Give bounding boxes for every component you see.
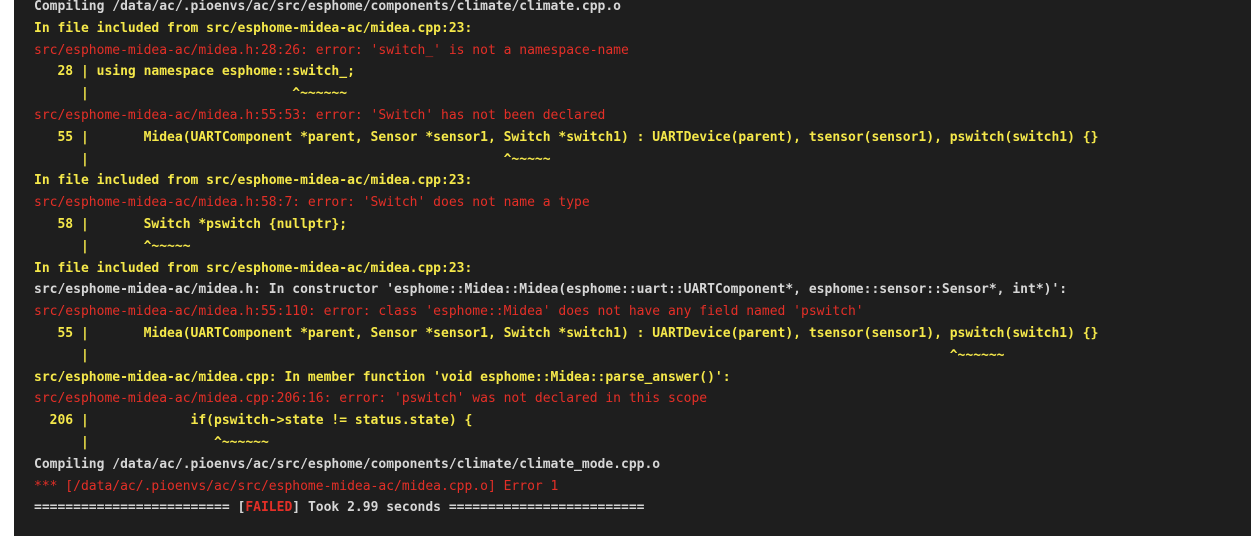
context-line: src/esphome-midea-ac/midea.cpp: In membe… — [34, 369, 731, 385]
compile-line: Compiling /data/ac/.pioenvs/ac/src/espho… — [34, 0, 621, 14]
caret-line: | ^~~~~~ — [34, 151, 551, 167]
status-prefix: ========================= [ — [34, 500, 246, 516]
include-line: In file included from src/esphome-midea-… — [34, 20, 473, 36]
include-line: In file included from src/esphome-midea-… — [34, 173, 473, 189]
error-line: src/esphome-midea-ac/midea.h:58:7: error… — [34, 195, 590, 211]
context-line: src/esphome-midea-ac/midea.h: In constru… — [34, 282, 1068, 298]
error-line: src/esphome-midea-ac/midea.h:55:110: err… — [34, 304, 864, 320]
source-line: 55 | Midea(UARTComponent *parent, Sensor… — [34, 326, 1099, 341]
compile-line: Compiling /data/ac/.pioenvs/ac/src/espho… — [34, 456, 661, 472]
caret-line: | ^~~~~~ — [34, 238, 191, 254]
error-line: src/esphome-midea-ac/midea.h:28:26: erro… — [34, 42, 629, 58]
caret-line: | ^~~~~~~ — [34, 347, 1005, 363]
caret-line: | ^~~~~~~ — [34, 435, 269, 450]
error-line: src/esphome-midea-ac/midea.h:55:53: erro… — [34, 108, 606, 123]
status-suffix: ] Took 2.99 seconds ====================… — [292, 500, 645, 516]
source-line: 58 | Switch *pswitch {nullptr}; — [34, 217, 348, 232]
include-line: In file included from src/esphome-midea-… — [34, 260, 473, 276]
source-line: 28 | using namespace esphome::switch_; — [34, 64, 355, 80]
caret-line: | ^~~~~~~ — [34, 86, 348, 102]
error-summary-line: *** [/data/ac/.pioenvs/ac/src/esphome-mi… — [34, 478, 559, 494]
failed-badge: FAILED — [245, 500, 293, 516]
error-line: src/esphome-midea-ac/midea.cpp:206:16: e… — [34, 391, 708, 407]
terminal-output[interactable]: Compiling /data/ac/.pioenvs/ac/src/espho… — [14, 0, 1251, 536]
source-line: 55 | Midea(UARTComponent *parent, Sensor… — [34, 129, 1099, 145]
status-line: ========================= [FAILED] Took … — [34, 497, 645, 519]
source-line: 206 | if(pswitch->state != status.state)… — [34, 413, 473, 429]
